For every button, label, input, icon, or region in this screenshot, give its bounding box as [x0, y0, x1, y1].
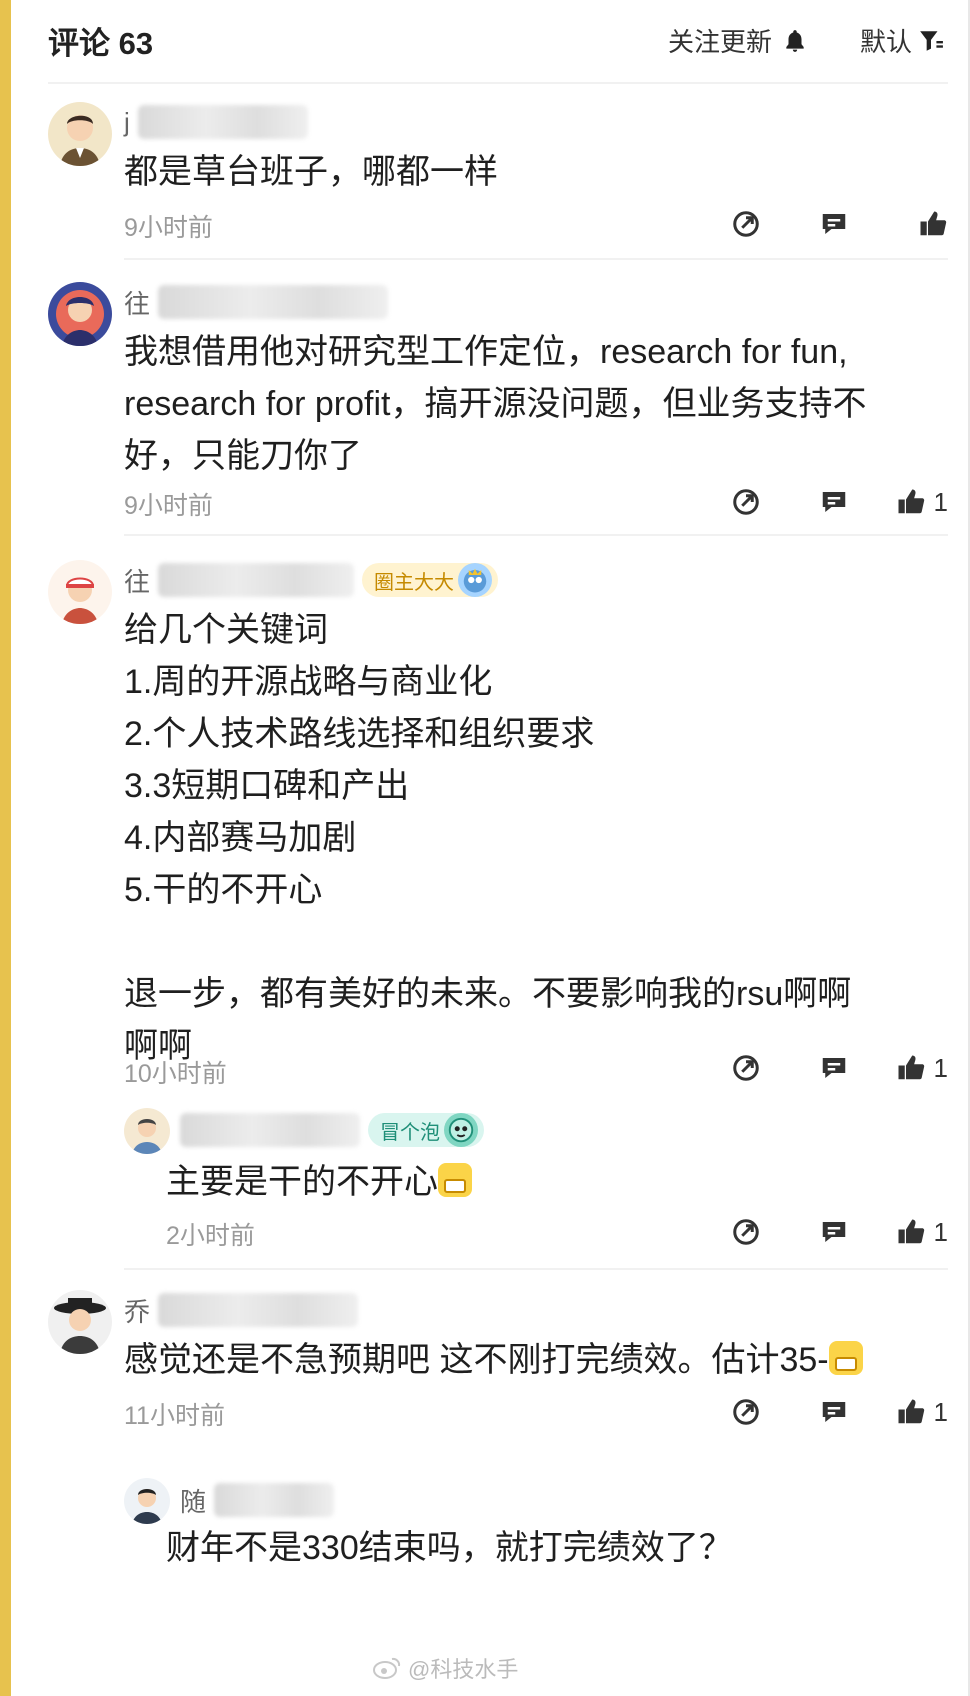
grin-emoji-icon	[828, 1341, 863, 1375]
comment-item: 往 圈主大大 给几个关键词 1.周的开源战略与商业化 2.个人技术路线选择和组织…	[48, 560, 948, 1100]
thumbs-up-icon	[898, 1399, 924, 1424]
comment-icon	[822, 1222, 846, 1242]
like-button[interactable]: 1	[878, 1048, 948, 1088]
reply-item: 随 财年不是330结束吗，就打完绩效了？	[124, 1478, 948, 1608]
thumbs-up-icon	[920, 211, 947, 236]
like-button[interactable]: 1	[878, 482, 948, 522]
weibo-watermark: @科技水手	[372, 1652, 518, 1684]
comment-time: 11小时前	[124, 1402, 225, 1430]
share-button[interactable]	[702, 482, 790, 522]
like-button[interactable]: 1	[878, 1392, 948, 1432]
comment-text: 主要是干的不开心	[166, 1156, 472, 1208]
sort-dropdown[interactable]: 默认	[860, 22, 944, 59]
badge-label: 冒个泡	[380, 1121, 440, 1144]
filter-icon	[920, 30, 943, 51]
bell-icon	[786, 29, 804, 52]
share-icon	[733, 211, 759, 237]
comment-actions: 1	[702, 1212, 948, 1252]
header-divider	[48, 82, 948, 84]
mascot-icon	[458, 563, 493, 597]
share-button[interactable]	[702, 1392, 790, 1432]
comment-item: 往 我想借用他对研究型工作定位，research for fun, resear…	[48, 282, 948, 532]
thumbs-up-icon	[898, 489, 924, 514]
like-count: 1	[933, 1052, 948, 1083]
reply-button[interactable]	[790, 204, 878, 244]
comment-divider	[124, 534, 948, 536]
bubble-badge: 冒个泡	[368, 1113, 484, 1147]
bubble-mascot-icon	[444, 1113, 478, 1147]
blurred-username	[158, 563, 355, 597]
comment-item: 乔 感觉还是不急预期吧 这不刚打完绩效。估计35- 11小时前 1	[48, 1290, 948, 1470]
like-count: 1	[933, 1216, 948, 1247]
share-icon	[733, 489, 759, 515]
like-button[interactable]	[878, 204, 948, 244]
badge-label: 圈主大大	[374, 571, 455, 594]
blurred-username	[158, 1293, 359, 1327]
comments-title: 评论 63	[48, 26, 154, 61]
comment-text: 感觉还是不急预期吧 这不刚打完绩效。估计35-	[124, 1334, 863, 1386]
left-accent-bar	[0, 0, 11, 1696]
reply-button[interactable]	[790, 482, 878, 522]
share-icon	[733, 1399, 759, 1425]
share-button[interactable]	[702, 1048, 790, 1088]
comment-time: 9小时前	[124, 214, 213, 242]
comment-divider	[124, 1268, 948, 1270]
username[interactable]: 往 圈主大大	[124, 560, 499, 600]
reply-item: 冒个泡 主要是干的不开心 2小时前 1	[124, 1108, 948, 1288]
grin-emoji-icon	[438, 1163, 472, 1197]
comment-text: 都是草台班子，哪都一样	[124, 153, 498, 191]
comment-actions: 1	[702, 1392, 948, 1432]
username[interactable]: 冒个泡	[180, 1110, 484, 1150]
comment-text: 给几个关键词 1.周的开源战略与商业化 2.个人技术路线选择和组织要求 3.3短…	[124, 611, 852, 1065]
circle-owner-badge: 圈主大大	[362, 563, 499, 597]
blurred-username	[137, 105, 308, 139]
comment-icon	[822, 492, 846, 512]
blurred-username	[158, 285, 389, 319]
comment-icon	[822, 214, 846, 234]
blurred-username	[180, 1113, 360, 1147]
weibo-logo-icon	[373, 1657, 401, 1679]
blurred-username	[214, 1483, 335, 1517]
username[interactable]: 乔	[124, 1290, 359, 1330]
comment-actions: 1	[702, 1048, 948, 1088]
share-icon	[733, 1055, 759, 1081]
like-button[interactable]: 1	[878, 1212, 948, 1252]
avatar[interactable]	[124, 1478, 170, 1524]
comment-icon	[822, 1402, 846, 1422]
avatar[interactable]	[124, 1108, 170, 1154]
share-icon	[733, 1219, 759, 1245]
comment-divider	[124, 258, 948, 260]
reply-button[interactable]	[790, 1048, 878, 1088]
avatar[interactable]	[48, 102, 112, 166]
share-button[interactable]	[702, 1212, 790, 1252]
comment-time: 10小时前	[124, 1060, 227, 1088]
username[interactable]: j	[124, 102, 308, 142]
follow-updates-label: 关注更新	[668, 27, 773, 57]
avatar[interactable]	[48, 282, 112, 346]
watermark-text: @科技水手	[408, 1657, 519, 1682]
comment-time: 9小时前	[124, 492, 213, 520]
comment-time: 2小时前	[166, 1222, 255, 1250]
comment-text: 财年不是330结束吗，就打完绩效了？	[166, 1529, 733, 1567]
like-count: 1	[933, 1396, 948, 1427]
thumbs-up-icon	[898, 1219, 924, 1244]
comment-text: 我想借用他对研究型工作定位，research for fun, research…	[124, 333, 867, 475]
follow-updates-button[interactable]: 关注更新	[668, 22, 808, 59]
thumbs-up-icon	[898, 1055, 924, 1080]
comments-header: 评论 63 关注更新 默认	[48, 8, 948, 76]
reply-button[interactable]	[790, 1392, 878, 1432]
comment-actions: 1	[702, 482, 948, 522]
share-button[interactable]	[702, 204, 790, 244]
comment-icon	[822, 1058, 846, 1078]
username[interactable]: 随	[180, 1480, 335, 1520]
reply-button[interactable]	[790, 1212, 878, 1252]
like-count: 1	[933, 486, 948, 517]
comment-actions	[702, 204, 948, 244]
sort-label: 默认	[860, 27, 913, 57]
comment-item: j 都是草台班子，哪都一样 9小时前	[48, 102, 948, 262]
avatar[interactable]	[48, 560, 112, 624]
avatar[interactable]	[48, 1290, 112, 1354]
username[interactable]: 往	[124, 282, 389, 322]
